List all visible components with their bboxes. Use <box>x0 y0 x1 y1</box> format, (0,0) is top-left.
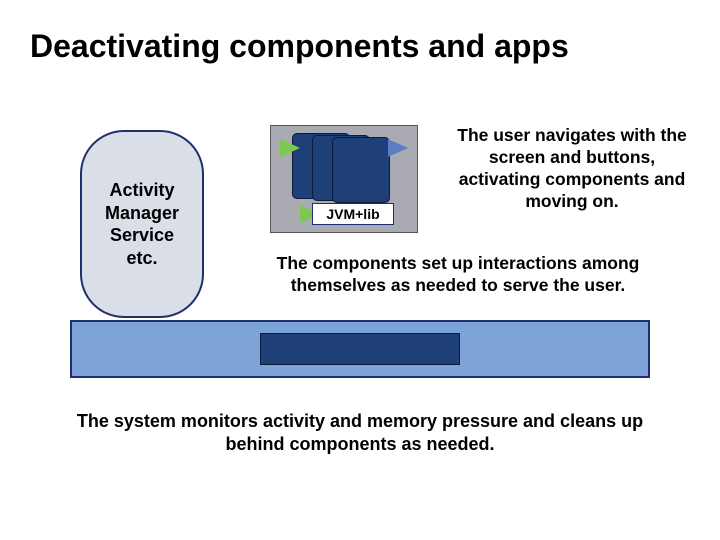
arrow-right-icon <box>280 139 300 157</box>
ams-line3: Service <box>110 225 174 245</box>
jvm-label: JVM+lib <box>312 203 394 225</box>
component-interaction-text: The components set up interactions among… <box>228 253 688 297</box>
ams-line1: Activity <box>109 180 174 200</box>
ams-line2: Manager <box>105 203 179 223</box>
component-card-icon <box>332 137 390 203</box>
system-monitor-text: The system monitors activity and memory … <box>60 410 660 457</box>
activity-manager-text: Activity Manager Service etc. <box>105 179 179 269</box>
system-bar-inner <box>260 333 460 365</box>
jvm-process-group: JVM+lib <box>270 125 418 233</box>
activity-manager-box: Activity Manager Service etc. <box>80 130 204 318</box>
system-bar <box>70 320 650 378</box>
user-navigation-text: The user navigates with the screen and b… <box>448 125 696 213</box>
slide-title: Deactivating components and apps <box>30 28 569 65</box>
ams-line4: etc. <box>126 248 157 268</box>
arrow-right-icon <box>388 139 408 157</box>
